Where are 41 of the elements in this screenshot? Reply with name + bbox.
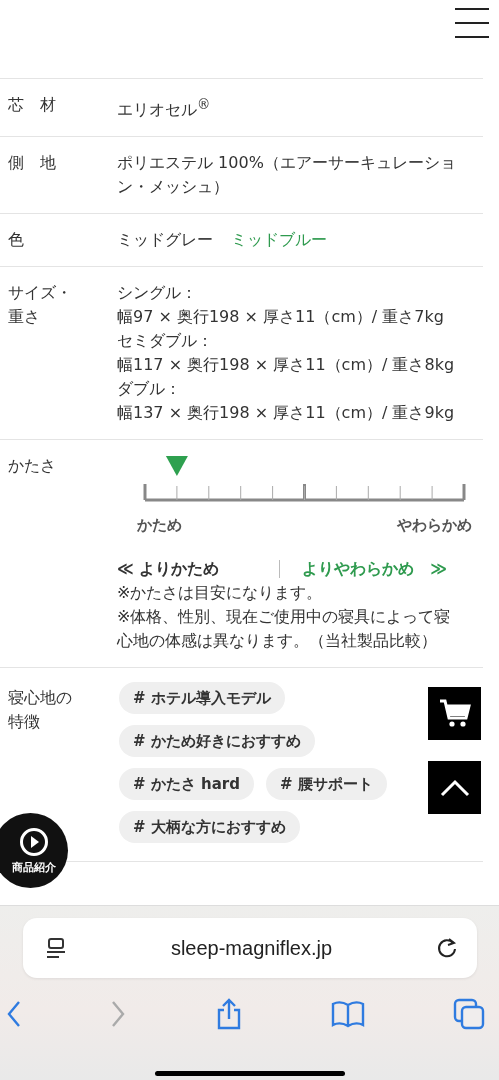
- tag[interactable]: # かため好きにおすすめ: [119, 725, 315, 758]
- spec-line: 幅117 × 奥行198 × 厚さ11（cm）/ 重さ8kg: [117, 354, 456, 377]
- reload-icon[interactable]: [436, 937, 459, 959]
- scale-label: やわらかめ: [397, 515, 472, 537]
- menu-button[interactable]: [455, 8, 489, 38]
- spec-line: シングル：: [117, 282, 198, 305]
- softer-link[interactable]: よりやわらかめ ≫: [302, 557, 448, 582]
- spec-line: ダブル：: [117, 378, 182, 401]
- play-icon: [18, 826, 49, 857]
- tabs-button[interactable]: [453, 998, 485, 1030]
- spec-label: 側 地: [8, 152, 57, 175]
- bookmarks-button[interactable]: [330, 1000, 365, 1028]
- spec-value: ポリエステル 100%（エアーサーキュレーション・メッシュ）: [117, 152, 457, 199]
- spec-line: セミダブル：: [117, 330, 214, 353]
- tag[interactable]: # 腰サポート: [265, 768, 387, 801]
- color-option: ミッドグレー: [117, 230, 213, 250]
- back-to-top-button[interactable]: [428, 761, 481, 814]
- spec-value: エリオセル$^{®}$: [117, 96, 212, 122]
- firmer-link[interactable]: ≪ よりかため: [117, 557, 220, 582]
- spec-label: 色: [8, 229, 25, 252]
- scale-label: かため: [137, 515, 182, 537]
- tag[interactable]: # 大柄な方におすすめ: [119, 811, 300, 844]
- spec-label: サイズ・重さ: [8, 282, 73, 329]
- note-text: ※体格、性別、現在ご使用中の寝具によって寝心地の体感は異なります。（当社製品比較）: [117, 606, 452, 653]
- url-text: sleep-magniflex.jp: [170, 936, 333, 960]
- spec-label: 寝心地の特徴: [8, 687, 73, 734]
- spec-label: かたさ: [8, 455, 57, 478]
- tag[interactable]: # かたさ hard: [119, 768, 254, 801]
- spec-line: 幅137 × 奥行198 × 厚さ11（cm）/ 重さ9kg: [117, 402, 456, 425]
- color-option[interactable]: ミッドブルー: [231, 230, 327, 250]
- address-bar[interactable]: sleep-magniflex.jp: [22, 918, 477, 978]
- video-button[interactable]: 商品紹介: [0, 813, 68, 888]
- reader-icon: [44, 937, 67, 959]
- cart-button[interactable]: [428, 687, 481, 740]
- spec-label: 芯 材: [8, 94, 57, 116]
- spec-line: 幅97 × 奥行198 × 厚さ11（cm）/ 重さ7kg: [117, 306, 445, 329]
- note-text: ※かたさは目安になります。: [117, 582, 324, 605]
- chevron-up-icon: [439, 778, 470, 797]
- back-button[interactable]: [6, 1000, 22, 1028]
- tag[interactable]: # ホテル導入モデル: [119, 682, 285, 715]
- cart-icon: [438, 698, 471, 729]
